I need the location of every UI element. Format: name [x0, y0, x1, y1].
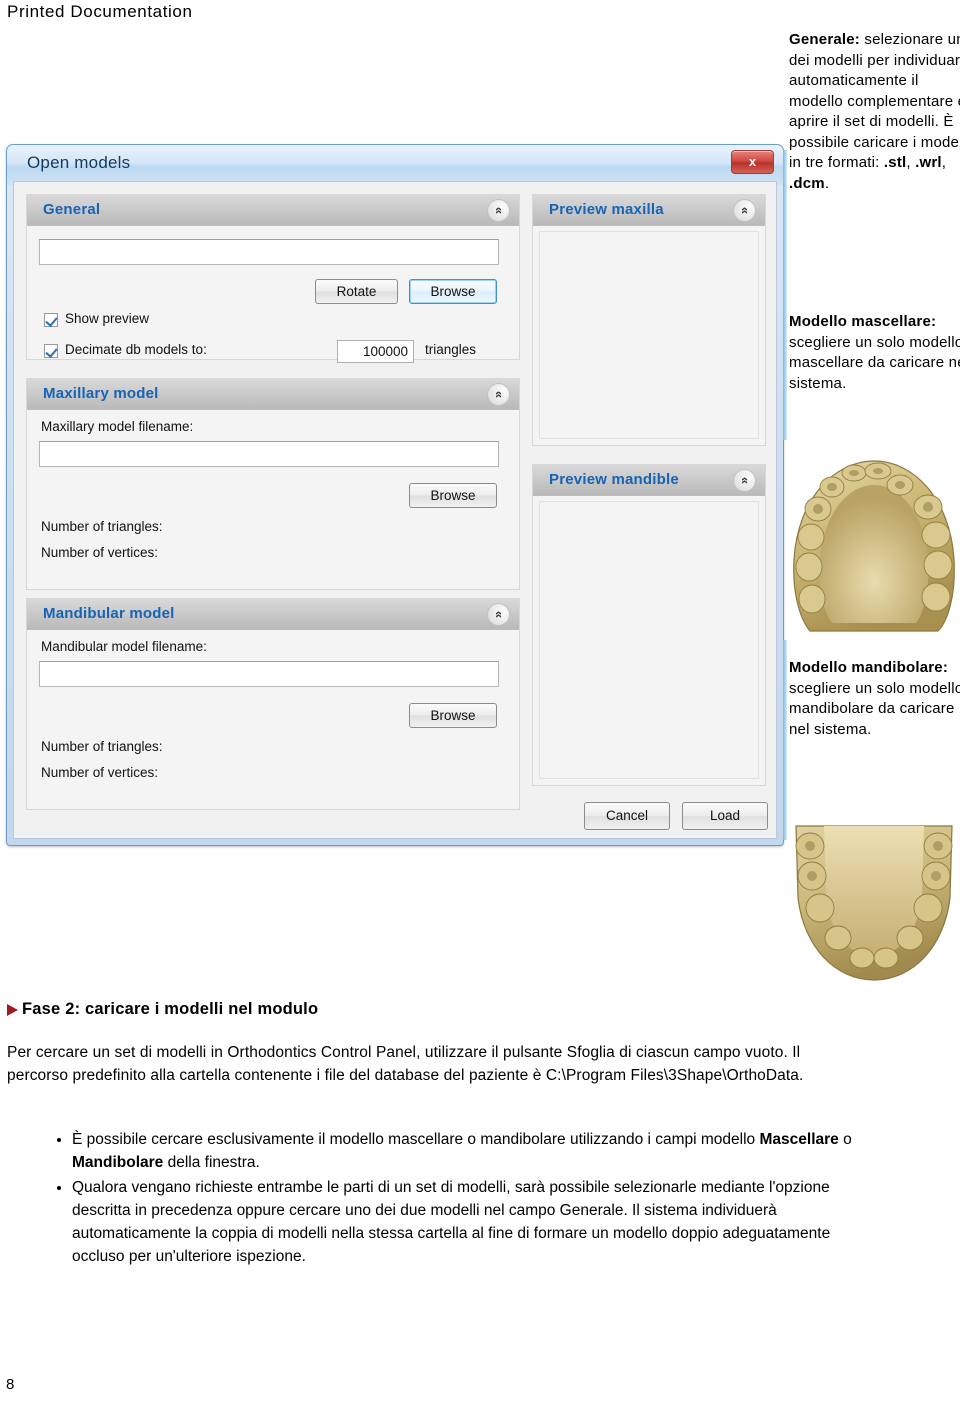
- group-preview-mandible: Preview mandible «: [532, 464, 766, 786]
- chevron-up-icon[interactable]: «: [733, 199, 756, 222]
- bullet-1-bold-mandibular: Mandibolare: [72, 1154, 164, 1171]
- show-preview-label: Show preview: [65, 311, 150, 326]
- group-general: General « Rotate Browse Show preview Dec…: [26, 194, 520, 363]
- mandibular-filename-label: Mandibular model filename:: [41, 639, 207, 654]
- group-mandibular-model: Mandibular model « Mandibular model file…: [26, 598, 520, 810]
- preview-mandible-title: Preview mandible: [549, 471, 679, 488]
- cancel-button[interactable]: Cancel: [584, 802, 670, 830]
- document-page: Printed Documentation Open models x Gene…: [0, 0, 960, 1401]
- preview-mandible-header[interactable]: Preview mandible «: [533, 465, 765, 496]
- bullet-1-post: della finestra.: [163, 1154, 260, 1171]
- general-browse-button[interactable]: Browse: [409, 279, 497, 304]
- group-maxillary-title: Maxillary model: [43, 385, 159, 402]
- annotation-general-term: Generale:: [789, 31, 860, 48]
- bullet-2-text: Qualora vengano richieste entrambe le pa…: [72, 1179, 831, 1265]
- annotation-connector-bottom: [783, 640, 787, 840]
- intro-paragraph: Per cercare un set di modelli in Orthodo…: [7, 1044, 804, 1084]
- preview-maxilla-title: Preview maxilla: [549, 201, 664, 218]
- maxillary-filename-input[interactable]: [39, 441, 499, 467]
- annotation-maxillary-term: Modello mascellare:: [789, 313, 937, 330]
- dialog-body: General « Rotate Browse Show preview Dec…: [13, 181, 777, 839]
- maxilla-model-image: [788, 455, 960, 640]
- mandibular-vertices-label: Number of vertices:: [41, 765, 159, 780]
- decimate-value-input[interactable]: [337, 340, 414, 363]
- maxillary-vertices-label: Number of vertices:: [41, 545, 159, 560]
- group-mandibular-header[interactable]: Mandibular model «: [27, 599, 519, 630]
- list-item: È possibile cercare esclusivamente il mo…: [72, 1128, 882, 1174]
- annotation-general-text: selezionare uno dei modelli per individu…: [789, 31, 960, 171]
- annotation-connector-top: [783, 150, 787, 440]
- step-bullet-arrow-icon: [7, 1004, 18, 1016]
- annotation-general: Generale: selezionare uno dei modelli pe…: [789, 30, 960, 194]
- step-heading: Fase 2: caricare i modelli nel modulo: [22, 1000, 319, 1018]
- maxillary-browse-button[interactable]: Browse: [409, 483, 497, 508]
- annotation-mandibular-text: scegliere un solo modello mandibolare da…: [789, 679, 960, 738]
- annotation-sep-2: ,: [941, 154, 947, 171]
- decimate-unit-label: triangles: [425, 342, 477, 357]
- group-maxillary-model: Maxillary model « Maxillary model filena…: [26, 378, 520, 590]
- chevron-up-icon[interactable]: «: [487, 383, 510, 406]
- decimate-label: Decimate db models to:: [65, 342, 207, 357]
- dialog-title: Open models: [27, 153, 131, 172]
- annotation-sep-1: ,: [906, 154, 916, 171]
- general-path-input[interactable]: [39, 239, 499, 265]
- group-general-title: General: [43, 201, 101, 218]
- group-maxillary-header[interactable]: Maxillary model «: [27, 379, 519, 410]
- group-general-header[interactable]: General «: [27, 195, 519, 226]
- dialog-title-bar[interactable]: Open models x: [7, 145, 783, 185]
- annotation-general-end: .: [824, 174, 830, 192]
- annotation-mandibular: Modello mandibolare: scegliere un solo m…: [789, 658, 960, 740]
- load-button[interactable]: Load: [682, 802, 768, 830]
- show-preview-checkbox[interactable]: [44, 313, 58, 327]
- page-number: 8: [6, 1376, 15, 1393]
- maxillary-triangles-label: Number of triangles:: [41, 519, 163, 534]
- list-item: Qualora vengano richieste entrambe le pa…: [72, 1176, 882, 1268]
- chevron-up-icon[interactable]: «: [733, 469, 756, 492]
- close-icon[interactable]: x: [731, 150, 774, 174]
- chevron-up-icon[interactable]: «: [487, 603, 510, 626]
- mandibular-triangles-label: Number of triangles:: [41, 739, 163, 754]
- maxillary-filename-label: Maxillary model filename:: [41, 419, 194, 434]
- chevron-up-icon[interactable]: «: [487, 199, 510, 222]
- page-header: Printed Documentation: [7, 2, 193, 21]
- bullet-1-pre: È possibile cercare esclusivamente il mo…: [72, 1131, 760, 1148]
- group-preview-maxilla: Preview maxilla «: [532, 194, 766, 446]
- bullet-1-bold-maxillary: Mascellare: [759, 1131, 839, 1148]
- format-wrl: .wrl: [915, 154, 942, 171]
- annotation-maxillary-text: scegliere un solo modello mascellare da …: [789, 333, 960, 392]
- annotation-mandibular-term: Modello mandibolare:: [789, 659, 949, 676]
- preview-mandible-canvas[interactable]: [539, 501, 759, 779]
- preview-maxilla-canvas[interactable]: [539, 231, 759, 439]
- decimate-checkbox[interactable]: [44, 344, 58, 358]
- bullet-list: È possibile cercare esclusivamente il mo…: [46, 1128, 882, 1268]
- mandible-model-image: [788, 822, 960, 990]
- format-stl: .stl: [883, 154, 907, 171]
- preview-maxilla-header[interactable]: Preview maxilla «: [533, 195, 765, 226]
- group-mandibular-title: Mandibular model: [43, 605, 175, 622]
- rotate-button[interactable]: Rotate: [315, 279, 398, 304]
- mandibular-filename-input[interactable]: [39, 661, 499, 687]
- bullet-1-mid: o: [838, 1131, 852, 1148]
- mandibular-browse-button[interactable]: Browse: [409, 703, 497, 728]
- open-models-dialog: Open models x General « Rotate Browse Sh…: [6, 144, 784, 846]
- annotation-maxillary: Modello mascellare: scegliere un solo mo…: [789, 312, 960, 394]
- format-dcm: .dcm: [789, 174, 825, 192]
